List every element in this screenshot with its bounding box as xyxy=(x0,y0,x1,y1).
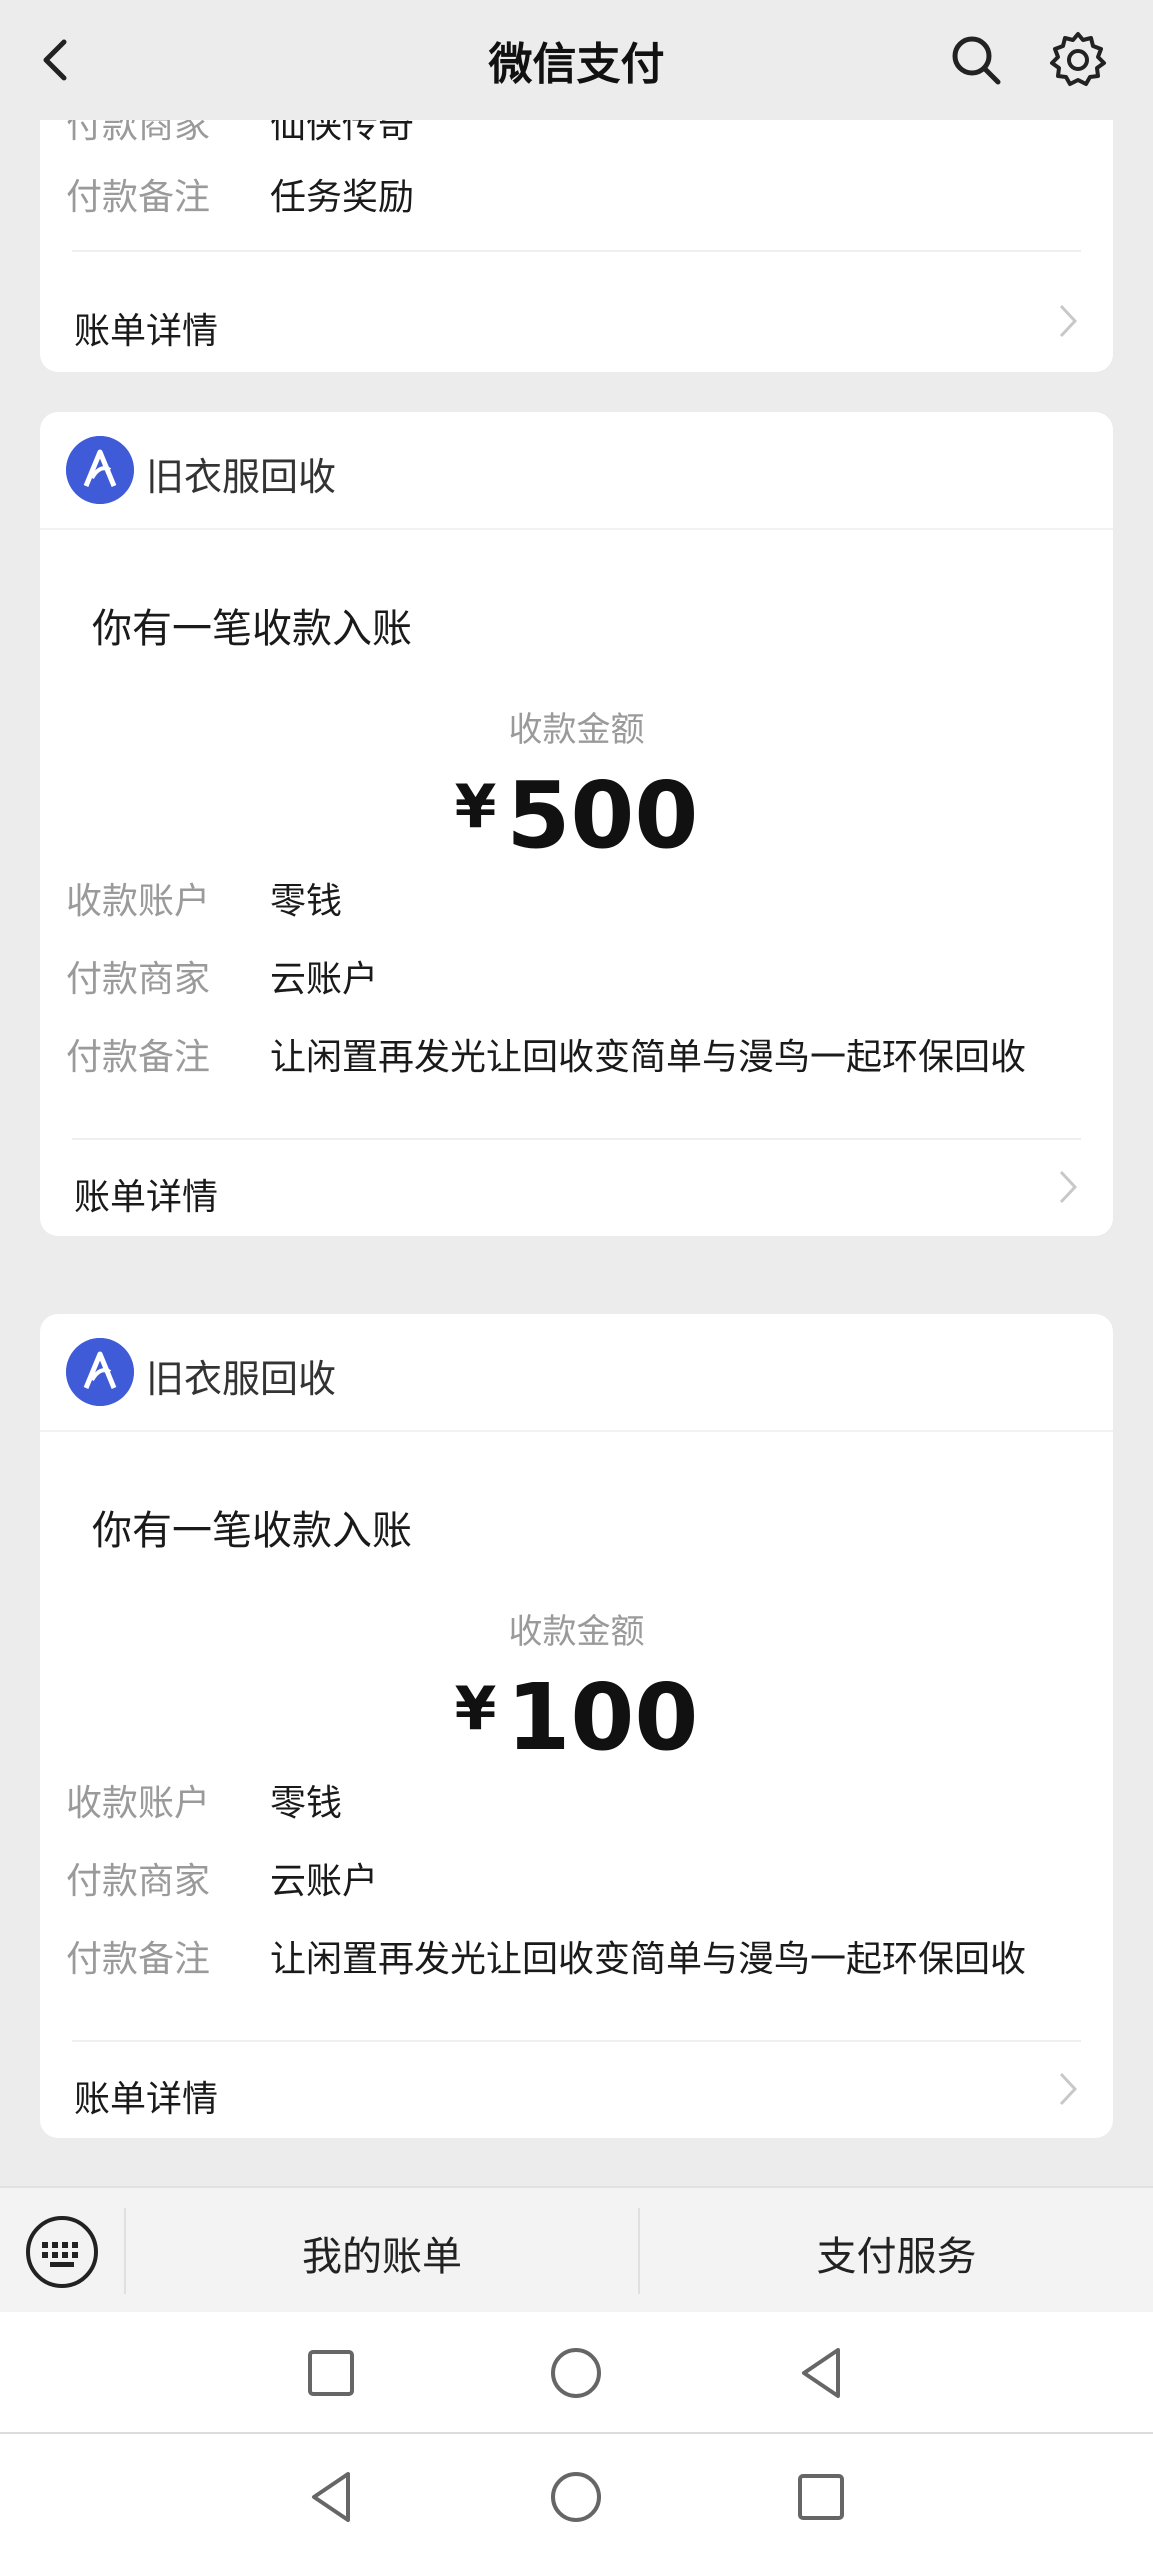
amount-label: 收款金额 xyxy=(508,1612,645,1652)
recent-apps-icon[interactable] xyxy=(296,2338,366,2408)
info-row: 付款商家 云账户 xyxy=(66,1861,379,1902)
chevron-right-icon xyxy=(1059,304,1078,338)
system-nav-bar xyxy=(0,2434,1153,2560)
chevron-right-icon xyxy=(1059,2072,1078,2106)
info-row: 收款账户 零钱 xyxy=(66,1783,343,1824)
bill-card-partial: 付款商家 仙侠传奇 付款备注 任务奖励 账单详情 xyxy=(40,100,1113,372)
back-arrow-icon[interactable] xyxy=(28,30,88,90)
info-row: 付款备注 让闲置再发光让回收变简单与漫鸟一起环保回收 xyxy=(66,1939,1027,1980)
card-header: 旧衣服回收 xyxy=(40,1314,1113,1432)
gear-icon[interactable] xyxy=(1046,28,1110,92)
merchant-name: 旧衣服回收 xyxy=(146,455,337,499)
search-icon[interactable] xyxy=(944,28,1008,92)
info-row: 付款商家 云账户 xyxy=(66,959,379,1000)
top-bar: 微信支付 xyxy=(0,0,1153,120)
recent-apps-icon[interactable] xyxy=(786,2462,856,2532)
page-title: 微信支付 xyxy=(488,39,665,90)
bottom-menu: 我的账单 支付服务 xyxy=(0,2186,1153,2312)
amount-value: ¥100 xyxy=(454,1664,699,1771)
amount-value: ¥500 xyxy=(454,762,699,869)
menu-my-bills[interactable]: 我的账单 xyxy=(126,2224,638,2282)
notice-headline: 你有一笔收款入账 xyxy=(92,1508,412,1554)
bill-card: 旧衣服回收 你有一笔收款入账 收款金额 ¥100 收款账户 零钱 付款商家 云账… xyxy=(40,1314,1113,2138)
home-icon[interactable] xyxy=(541,2338,611,2408)
merchant-name: 旧衣服回收 xyxy=(146,1357,337,1401)
back-triangle-icon[interactable] xyxy=(296,2462,366,2532)
bill-detail-link[interactable]: 账单详情 xyxy=(74,2070,218,2122)
divider xyxy=(72,2040,1081,2042)
info-row: 收款账户 零钱 xyxy=(66,881,343,922)
keyboard-icon[interactable] xyxy=(22,2212,102,2292)
home-icon[interactable] xyxy=(541,2462,611,2532)
card-header: 旧衣服回收 xyxy=(40,412,1113,530)
bill-card: 旧衣服回收 你有一笔收款入账 收款金额 ¥500 收款账户 零钱 付款商家 云账… xyxy=(40,412,1113,1236)
back-triangle-icon[interactable] xyxy=(786,2338,856,2408)
merchant-logo-icon xyxy=(66,1338,134,1406)
menu-payment-services[interactable]: 支付服务 xyxy=(640,2224,1153,2282)
amount-label: 收款金额 xyxy=(508,710,645,750)
system-nav-bar xyxy=(0,2312,1153,2434)
chevron-right-icon xyxy=(1059,1170,1078,1204)
divider xyxy=(72,1138,1081,1140)
merchant-logo-icon xyxy=(66,436,134,504)
notice-headline: 你有一笔收款入账 xyxy=(92,606,412,652)
divider xyxy=(72,250,1081,252)
bill-detail-link[interactable]: 账单详情 xyxy=(74,302,218,354)
info-row: 付款备注 任务奖励 xyxy=(66,177,415,218)
info-row: 付款备注 让闲置再发光让回收变简单与漫鸟一起环保回收 xyxy=(66,1037,1027,1078)
bill-detail-link[interactable]: 账单详情 xyxy=(74,1168,218,1220)
